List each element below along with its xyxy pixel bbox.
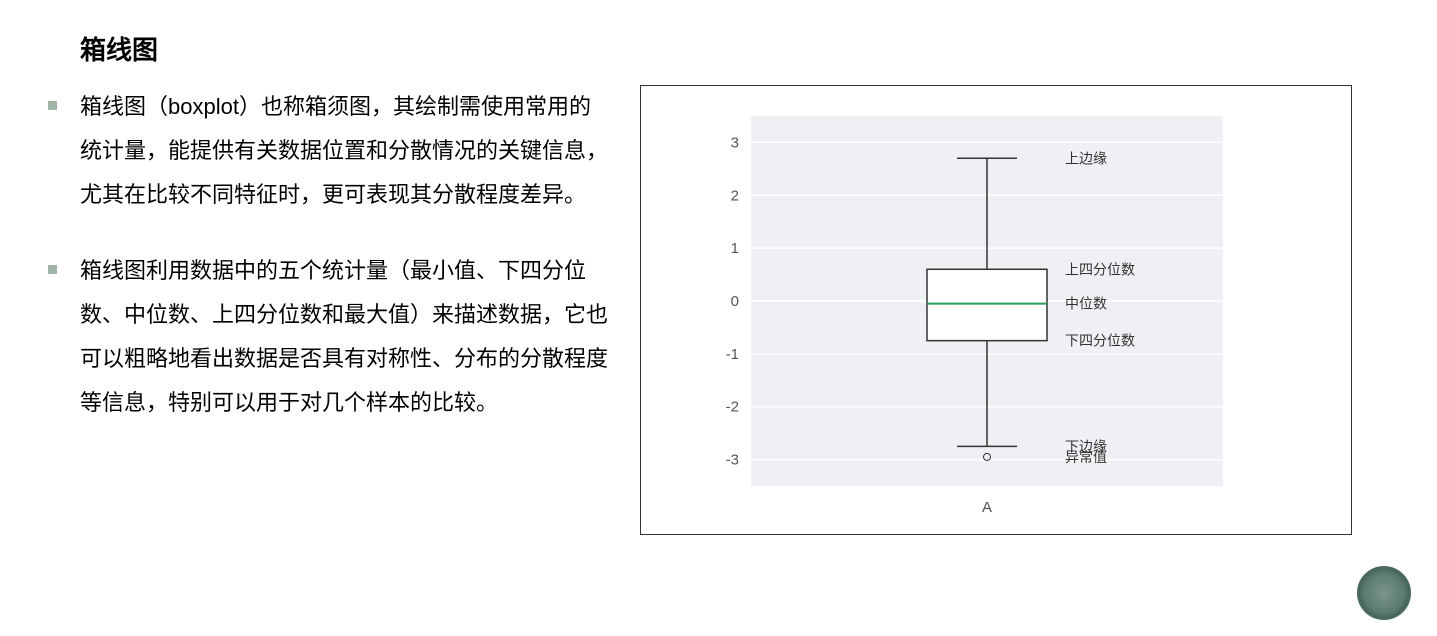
figure-column: -3-2-10123上边缘上四分位数中位数下四分位数下边缘异常值A [640,85,1352,535]
boxplot-figure: -3-2-10123上边缘上四分位数中位数下四分位数下边缘异常值A [640,85,1352,535]
y-tick-label: -3 [726,452,739,469]
y-tick-label: -1 [726,346,739,363]
annotation-upper-whisker: 上边缘 [1065,150,1107,166]
annotation-q3: 上四分位数 [1065,261,1135,277]
y-tick-label: 1 [731,240,739,257]
y-tick-label: 2 [731,187,739,204]
x-tick-label: A [982,499,992,516]
y-tick-label: 3 [731,134,739,151]
annotation-outlier: 异常值 [1065,449,1107,465]
y-tick-label: -2 [726,399,739,416]
annotation-q1: 下四分位数 [1065,333,1135,349]
page-title: 箱线图 [80,30,1397,67]
bullet-item: 箱线图利用数据中的五个统计量（最小值、下四分位数、中位数、上四分位数和最大值）来… [40,249,610,425]
y-tick-label: 0 [731,293,739,310]
annotation-median: 中位数 [1065,296,1107,312]
bullet-item: 箱线图（boxplot）也称箱须图，其绘制需使用常用的统计量，能提供有关数据位置… [40,85,610,217]
box-rect [927,269,1047,340]
decorative-badge-icon [1357,566,1411,620]
text-column: 箱线图（boxplot）也称箱须图，其绘制需使用常用的统计量，能提供有关数据位置… [40,85,610,535]
